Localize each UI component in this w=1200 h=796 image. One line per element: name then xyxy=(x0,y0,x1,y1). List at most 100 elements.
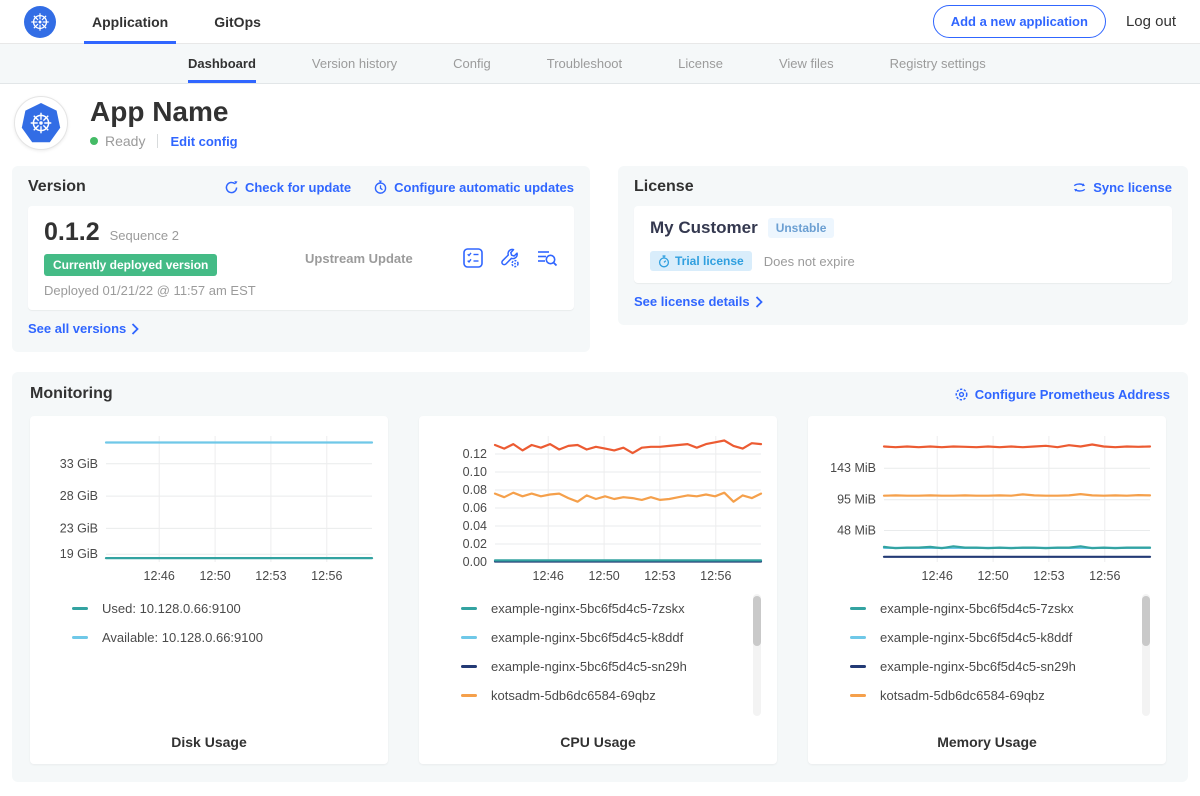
legend-label: example-nginx-5bc6f5d4c5-sn29h xyxy=(880,659,1076,674)
svg-text:0.04: 0.04 xyxy=(463,519,487,533)
svg-text:19 GiB: 19 GiB xyxy=(60,547,98,561)
monitoring-title: Monitoring xyxy=(30,385,113,403)
currently-deployed-badge: Currently deployed version xyxy=(44,254,217,276)
version-number: 0.1.2 xyxy=(44,218,100,247)
charts-row: 33 GiB 28 GiB 23 GiB 19 GiB 12:46 12:50 12:53 1… xyxy=(30,416,1170,764)
see-all-versions-label: See all versions xyxy=(28,321,126,336)
svg-text:23 GiB: 23 GiB xyxy=(60,521,98,535)
legend-scrollbar-thumb[interactable] xyxy=(1142,596,1150,646)
svg-text:28 GiB: 28 GiB xyxy=(60,489,98,503)
legend-dash xyxy=(461,694,477,697)
add-application-button[interactable]: Add a new application xyxy=(933,5,1106,38)
legend-item: example-nginx-5bc6f5d4c5-7zskx xyxy=(850,594,1166,623)
tab-version-history[interactable]: Version history xyxy=(312,44,397,83)
divider xyxy=(157,134,158,148)
svg-text:12:46: 12:46 xyxy=(144,569,175,583)
edit-config-link[interactable]: Edit config xyxy=(170,134,237,149)
legend-item: Available: 10.128.0.66:9100 xyxy=(72,623,388,652)
channel-badge: Unstable xyxy=(768,218,835,238)
legend-dash xyxy=(72,636,88,639)
svg-text:12:56: 12:56 xyxy=(311,569,342,583)
svg-text:48 MiB: 48 MiB xyxy=(837,524,876,538)
nav-link-application-label: Application xyxy=(92,14,168,30)
version-panel: Version Check for update Configure au xyxy=(12,166,590,352)
legend-label: example-nginx-5bc6f5d4c5-7zskx xyxy=(880,601,1074,616)
svg-text:0.06: 0.06 xyxy=(463,501,487,515)
memory-usage-plot: 143 MiB95 MiB48 MiB12:4612:5012:5312:56 xyxy=(820,428,1154,586)
configure-automatic-updates-button[interactable]: Configure automatic updates xyxy=(373,180,574,195)
svg-text:33 GiB: 33 GiB xyxy=(60,457,98,471)
preflight-checks-icon[interactable] xyxy=(462,247,484,269)
nav-link-gitops[interactable]: GitOps xyxy=(214,0,261,44)
tab-troubleshoot[interactable]: Troubleshoot xyxy=(547,44,622,83)
nav-link-application[interactable]: Application xyxy=(92,0,168,44)
monitoring-panel: Monitoring Configure Prometheus Address … xyxy=(12,372,1188,782)
status-dot xyxy=(90,137,98,145)
tab-view-files-label: View files xyxy=(779,56,834,71)
legend-item: example-nginx-5bc6f5d4c5-sn29h xyxy=(461,652,777,681)
legend-dash xyxy=(461,665,477,668)
license-card: My Customer Unstable Trial license Does … xyxy=(634,206,1172,283)
configure-automatic-updates-label: Configure automatic updates xyxy=(394,180,574,195)
legend-label: Available: 10.128.0.66:9100 xyxy=(102,630,263,645)
config-wrench-icon[interactable] xyxy=(499,247,521,269)
see-license-details-label: See license details xyxy=(634,294,750,309)
legend-item: example-nginx-5bc6f5d4c5-k8ddf xyxy=(850,623,1166,652)
deploy-logs-icon[interactable] xyxy=(536,247,558,269)
legend-item: example-nginx-5bc6f5d4c5-sn29h xyxy=(850,652,1166,681)
legend-item: example-nginx-5bc6f5d4c5-7zskx xyxy=(461,594,777,623)
chart-title: CPU Usage xyxy=(419,734,777,750)
customer-name: My Customer xyxy=(650,218,758,238)
svg-text:95 MiB: 95 MiB xyxy=(837,493,876,507)
top-nav-right: Add a new application Log out xyxy=(933,5,1176,38)
tab-version-history-label: Version history xyxy=(312,56,397,71)
svg-text:12:50: 12:50 xyxy=(977,569,1008,583)
check-for-update-button[interactable]: Check for update xyxy=(224,180,351,195)
legend-item: Used: 10.128.0.66:9100 xyxy=(72,594,388,623)
nav-link-gitops-label: GitOps xyxy=(214,14,261,30)
legend-item: kotsadm-5db6dc6584-69qbz xyxy=(461,681,777,710)
app-name-title: App Name xyxy=(90,97,238,128)
chevron-right-icon xyxy=(755,296,763,308)
cpu-usage-legend: example-nginx-5bc6f5d4c5-7zskx example-ng… xyxy=(461,594,777,722)
cpu-usage-chart-card: 0.120.100.080.060.040.020.0012:4612:5012… xyxy=(419,416,777,764)
legend-dash xyxy=(850,636,866,639)
tab-config-label: Config xyxy=(453,56,491,71)
legend-label: kotsadm-5db6dc6584-69qbz xyxy=(491,688,656,703)
sync-license-button[interactable]: Sync license xyxy=(1072,180,1172,195)
tab-config[interactable]: Config xyxy=(453,44,491,83)
svg-text:143 MiB: 143 MiB xyxy=(830,461,876,475)
configure-prometheus-button[interactable]: Configure Prometheus Address xyxy=(954,387,1170,402)
svg-text:12:53: 12:53 xyxy=(255,569,286,583)
ship-wheel-icon xyxy=(29,11,51,33)
legend-label: example-nginx-5bc6f5d4c5-sn29h xyxy=(491,659,687,674)
svg-text:0.00: 0.00 xyxy=(463,555,487,569)
logout-button[interactable]: Log out xyxy=(1126,13,1176,30)
svg-text:0.08: 0.08 xyxy=(463,483,487,497)
tab-registry-settings[interactable]: Registry settings xyxy=(890,44,986,83)
svg-text:0.10: 0.10 xyxy=(463,465,487,479)
disk-usage-legend: Used: 10.128.0.66:9100 Available: 10.128.… xyxy=(72,594,388,722)
app-header: App Name Ready Edit config xyxy=(0,84,1200,162)
tab-license[interactable]: License xyxy=(678,44,723,83)
legend-scrollbar-thumb[interactable] xyxy=(753,596,761,646)
tab-view-files[interactable]: View files xyxy=(779,44,834,83)
see-all-versions-link[interactable]: See all versions xyxy=(28,321,139,336)
svg-text:12:53: 12:53 xyxy=(644,569,675,583)
configure-prometheus-label: Configure Prometheus Address xyxy=(975,387,1170,402)
current-version-card: 0.1.2 Sequence 2 Currently deployed vers… xyxy=(28,206,574,310)
svg-text:12:46: 12:46 xyxy=(922,569,953,583)
deployed-timestamp: Deployed 01/21/22 @ 11:57 am EST xyxy=(44,283,256,298)
gear-icon xyxy=(954,387,969,402)
ship-wheel-icon xyxy=(28,110,54,136)
see-license-details-link[interactable]: See license details xyxy=(634,294,763,309)
refresh-icon xyxy=(224,180,239,195)
svg-text:0.12: 0.12 xyxy=(463,447,487,461)
memory-usage-chart-card: 143 MiB95 MiB48 MiB12:4612:5012:5312:56e… xyxy=(808,416,1166,764)
tab-dashboard[interactable]: Dashboard xyxy=(188,44,256,83)
legend-dash xyxy=(850,607,866,610)
sync-license-label: Sync license xyxy=(1093,180,1172,195)
svg-text:12:56: 12:56 xyxy=(700,569,731,583)
chart-title: Disk Usage xyxy=(30,734,388,750)
sync-arrows-icon xyxy=(1072,180,1087,195)
